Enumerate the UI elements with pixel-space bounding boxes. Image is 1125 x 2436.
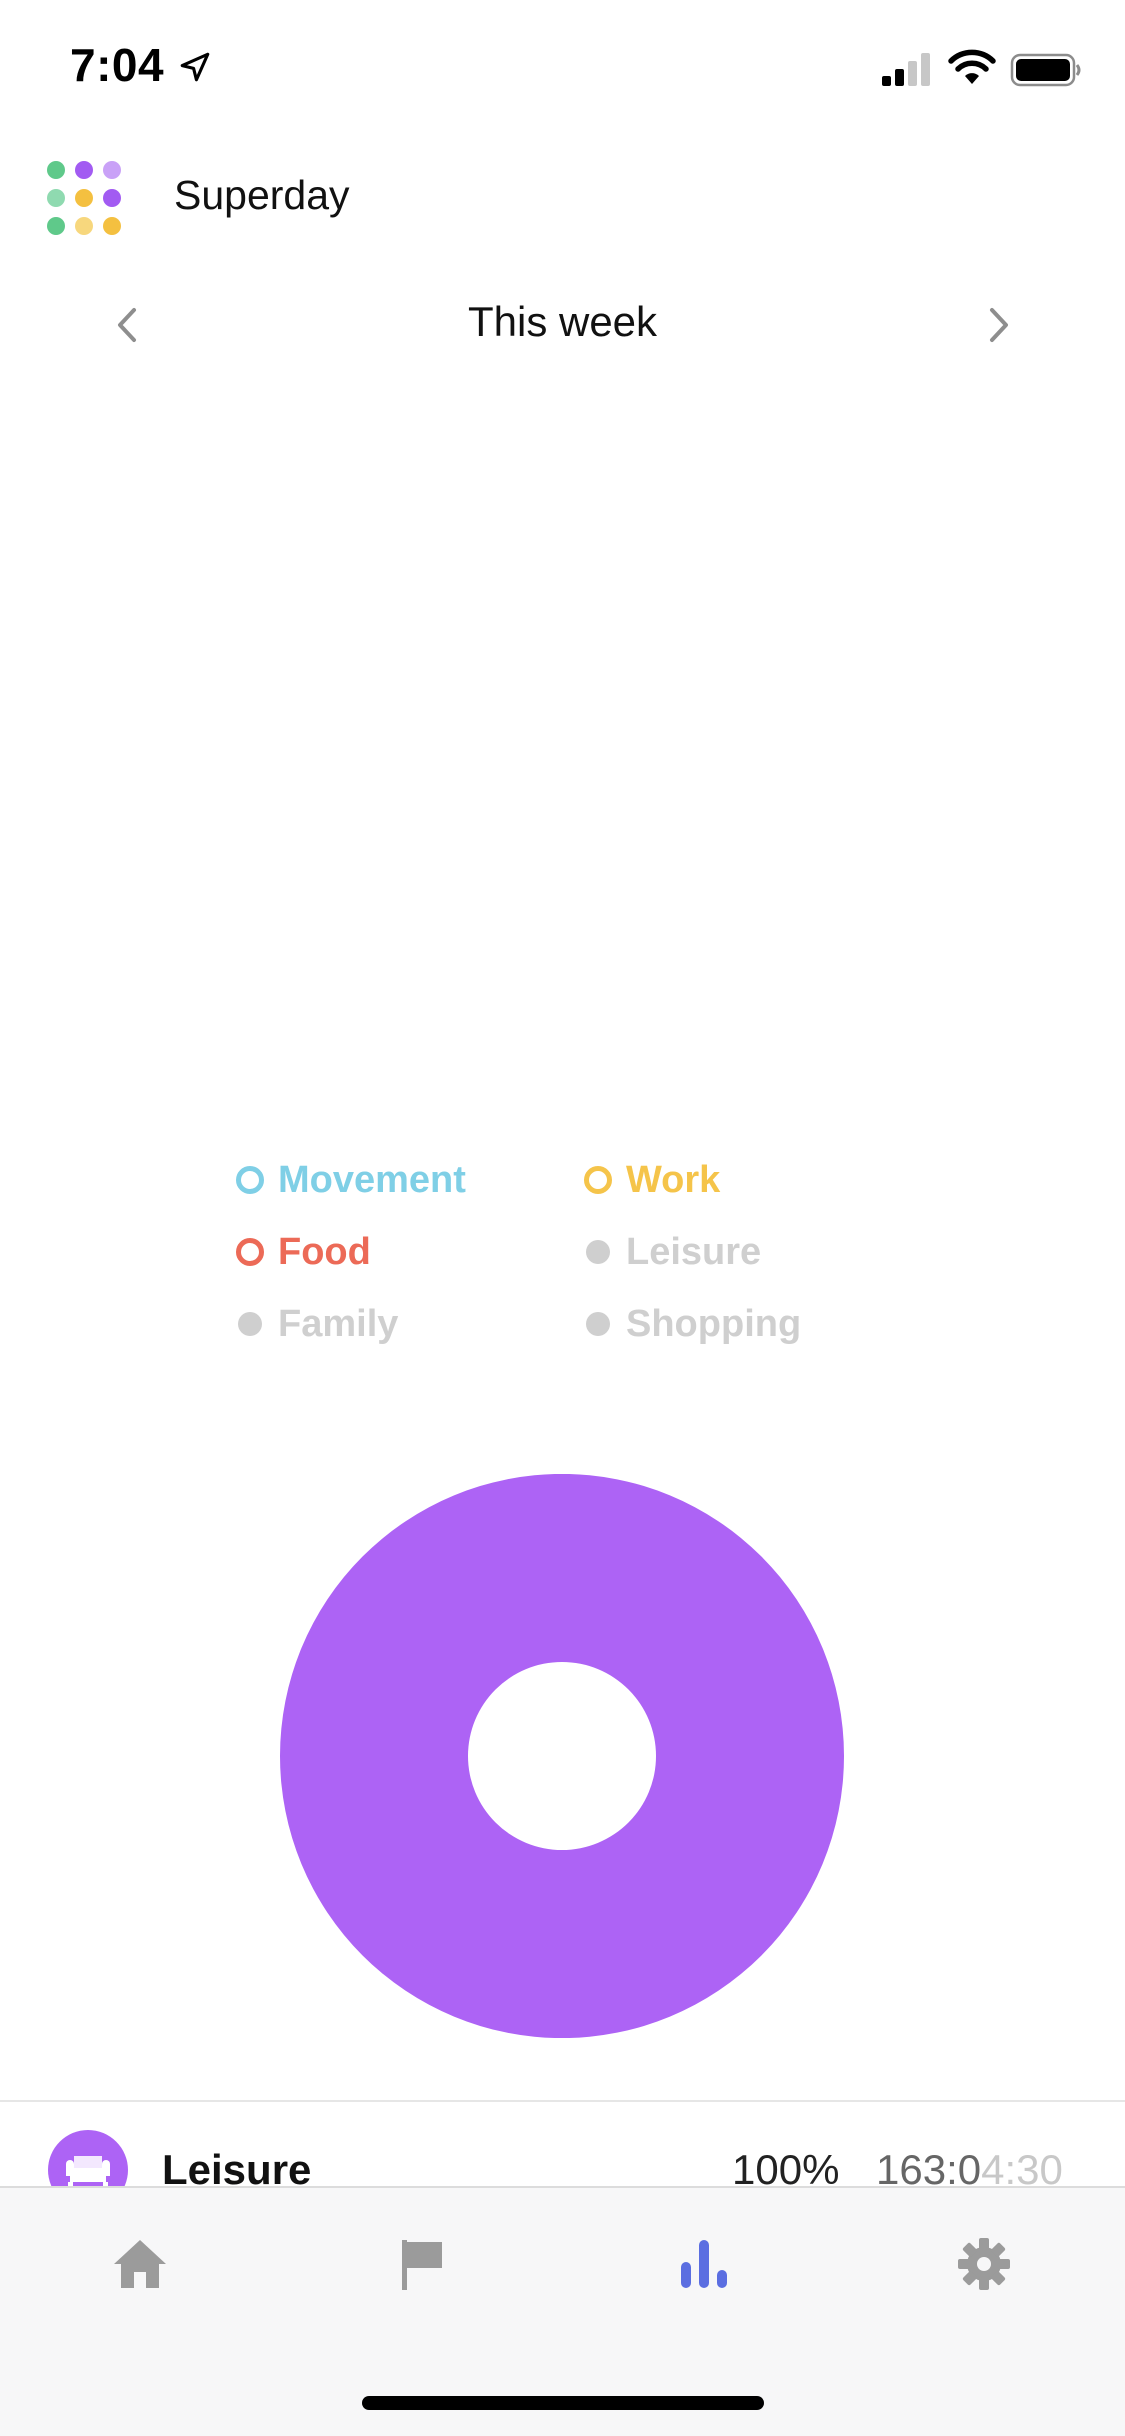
tab-home[interactable] (110, 2234, 170, 2294)
legend-item-movement[interactable]: Movement (236, 1150, 466, 1210)
status-time: 7:04 (70, 39, 165, 91)
legend-label: Food (278, 1230, 371, 1273)
cellular-signal-icon (882, 53, 930, 86)
legend-marker (236, 1238, 264, 1266)
chart-icon (681, 2240, 727, 2288)
status-bar: 7:04 (0, 0, 1125, 132)
flag-icon (402, 2240, 442, 2290)
location-arrow-icon (180, 52, 210, 82)
battery-icon (1010, 53, 1081, 87)
week-title: This week (467, 298, 658, 345)
donut-slice-leisure (280, 1474, 844, 2038)
legend-item-family[interactable]: Family (236, 1294, 398, 1354)
legend-label: Work (626, 1158, 721, 1201)
tab-settings[interactable] (954, 2234, 1014, 2294)
divider (0, 2100, 1125, 2102)
app-title: Superday (174, 172, 350, 218)
next-week-chevron-icon[interactable] (978, 302, 1018, 348)
legend-item-work[interactable]: Work (584, 1150, 720, 1210)
legend-label: Shopping (626, 1302, 802, 1345)
legend-item-shopping[interactable]: Shopping (584, 1294, 801, 1354)
legend-marker (586, 1312, 610, 1336)
tab-charts[interactable] (674, 2234, 734, 2294)
legend-label: Movement (278, 1158, 466, 1201)
legend-marker (584, 1166, 612, 1194)
donut-chart (280, 1474, 844, 2038)
legend-label: Family (278, 1302, 399, 1345)
legend-item-leisure[interactable]: Leisure (584, 1222, 761, 1282)
legend-marker (238, 1312, 262, 1336)
home-icon (114, 2240, 166, 2288)
app-logo-icon (47, 161, 121, 235)
tab-goals[interactable] (392, 2234, 452, 2294)
legend-marker (236, 1166, 264, 1194)
home-indicator (362, 2396, 764, 2410)
wifi-icon (948, 49, 996, 84)
gear-icon (958, 2238, 1010, 2290)
legend-item-food[interactable]: Food (236, 1222, 371, 1282)
legend-marker (586, 1240, 610, 1264)
legend-label: Leisure (626, 1230, 762, 1273)
